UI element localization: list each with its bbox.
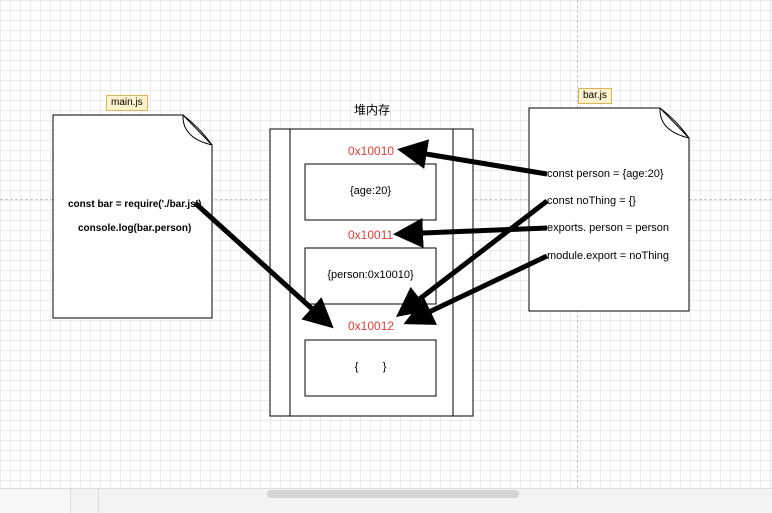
diagram-canvas[interactable]: main.js bar.js const bar = require('./ba…	[0, 0, 772, 488]
page-tab[interactable]	[0, 489, 71, 513]
heap-address-3: 0x10012	[348, 319, 395, 333]
bar-js-line-exports: exports. person = person	[547, 222, 669, 234]
heap-block-3-content: { }	[354, 361, 387, 373]
diagram-shapes	[52, 107, 690, 417]
heap-title: 堆内存	[354, 103, 391, 117]
heap-address-1: 0x10010	[348, 144, 395, 158]
heap-block-2-content: {person:0x10010}	[327, 269, 414, 281]
heap-block-1-content: {age:20}	[350, 185, 391, 197]
main-js-line-console: console.log(bar.person)	[78, 223, 192, 234]
bar-js-line-nothing: const noThing = {}	[547, 195, 636, 207]
main-js-tag[interactable]: main.js	[106, 95, 148, 111]
bar-js-line-person: const person = {age:20}	[547, 168, 664, 180]
horizontal-scrollbar[interactable]	[267, 490, 519, 498]
main-js-line-require: const bar = require('./bar.js')	[68, 199, 202, 210]
page-tabs-separator	[98, 489, 99, 513]
bar-js-tag[interactable]: bar.js	[578, 88, 612, 104]
bar-js-document[interactable]	[528, 107, 690, 312]
bar-js-line-module-export: module.export = noThing	[547, 250, 669, 262]
main-js-document[interactable]	[52, 114, 213, 319]
heap-address-2: 0x10011	[348, 228, 394, 242]
